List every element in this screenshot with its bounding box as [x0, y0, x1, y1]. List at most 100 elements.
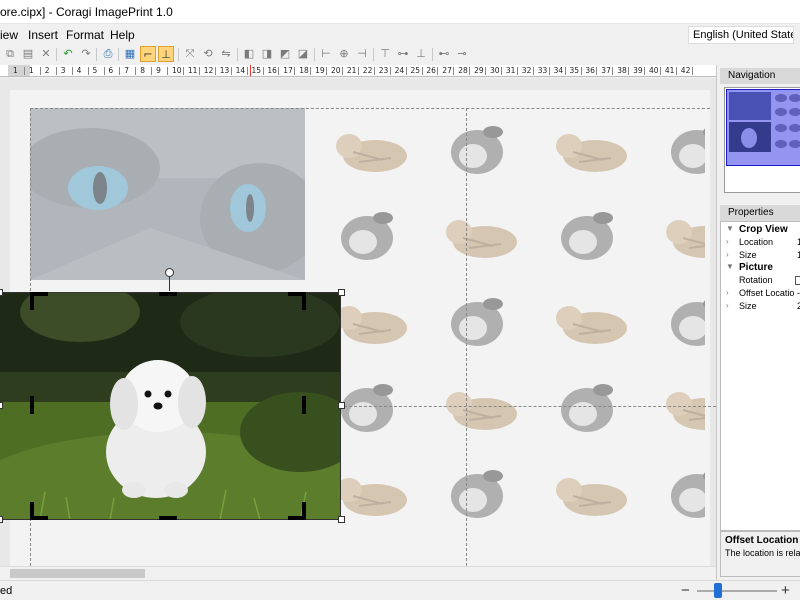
crop-corner-bottom-left[interactable]	[30, 502, 48, 520]
ruler-tick-mark	[580, 67, 582, 75]
resize-handle-right[interactable]	[338, 402, 345, 409]
crop-edge-left[interactable]	[30, 396, 34, 414]
delete-icon[interactable]: ✕	[38, 46, 54, 62]
crop-icon[interactable]: ⌐	[140, 46, 156, 62]
menu-view[interactable]: iew	[0, 28, 18, 42]
distribute-icon[interactable]: ⊷	[436, 46, 452, 62]
ruler-tick-mark	[548, 67, 550, 75]
ruler-tick-label: 1	[13, 66, 18, 75]
ruler-tick-label: 10	[172, 66, 182, 75]
resize-handle-top-left[interactable]	[0, 289, 3, 296]
crop-corner-top-left[interactable]	[30, 292, 48, 310]
zoom-out-button[interactable]: −	[681, 582, 690, 599]
ruler-tick-mark	[612, 67, 614, 75]
ruler-tick-label: 7	[124, 66, 130, 75]
grid-icon[interactable]: ▦	[122, 46, 138, 62]
ruler-tick-mark	[24, 67, 25, 75]
expand-arrow-icon[interactable]: ›	[726, 237, 729, 246]
description-text: The location is relati	[725, 548, 800, 558]
align-bottom-icon[interactable]: ⊥	[413, 46, 429, 62]
property-row-location[interactable]: › Location 1	[721, 237, 800, 250]
bring-front-icon[interactable]: ◧	[241, 46, 257, 62]
ruler-tick-label: 30	[490, 66, 500, 75]
crop-corner-bottom-right[interactable]	[288, 502, 306, 520]
title-bar: ore.cipx] - Coragi ImagePrint 1.0	[0, 0, 800, 24]
zoom-in-button[interactable]: +	[781, 582, 790, 599]
menu-format[interactable]: Format	[66, 28, 104, 42]
pet-pattern-image[interactable]	[305, 108, 705, 538]
cat-eyes-image[interactable]	[30, 108, 305, 280]
rotate-handle[interactable]	[165, 268, 174, 277]
print-icon[interactable]: ⎙	[100, 46, 116, 62]
distribute-vertical-icon[interactable]: ⊸	[454, 46, 470, 62]
navigation-viewport[interactable]	[726, 89, 800, 166]
property-category-crop-view[interactable]: ▼ Crop View	[721, 224, 800, 237]
crop-edge-top[interactable]	[159, 292, 177, 296]
ruler-icon[interactable]: ⊥	[158, 46, 174, 62]
align-right-icon[interactable]: ⊣	[354, 46, 370, 62]
properties-grid[interactable]: ▼ Crop View › Location 1 › Size 1 ▼ Pict…	[720, 221, 800, 531]
ruler-tick-mark	[167, 67, 169, 75]
paste-icon[interactable]: ▤	[20, 46, 36, 62]
dog-silhouette	[561, 384, 613, 432]
menu-help[interactable]: Help	[110, 28, 135, 42]
align-left-icon[interactable]: ⊢	[318, 46, 334, 62]
align-middle-icon[interactable]: ⊶	[395, 46, 411, 62]
rotation-checkbox[interactable]	[795, 276, 800, 285]
send-back-icon[interactable]: ◨	[259, 46, 275, 62]
property-row-rotation[interactable]: Rotation	[721, 275, 800, 288]
resize-handle-bottom-right[interactable]	[338, 516, 345, 523]
horizontal-scrollbar[interactable]	[0, 566, 716, 580]
ruler-tick-label: 17	[283, 66, 293, 75]
ruler-tick-mark	[55, 67, 57, 75]
property-row-offset-location[interactable]: › Offset Locatio -	[721, 288, 800, 301]
navigation-preview[interactable]	[724, 87, 800, 193]
align-top-icon[interactable]: ⊤	[377, 46, 393, 62]
forward-icon[interactable]: ◩	[277, 46, 293, 62]
collapse-arrow-icon[interactable]: ▼	[726, 224, 734, 233]
ruler-tick-label: 1	[28, 66, 34, 75]
rotate-icon[interactable]: ⟲	[200, 46, 216, 62]
ruler-tick-label: 18	[299, 66, 309, 75]
resize-handle-bottom-left[interactable]	[0, 516, 3, 523]
resize-handle-top-right[interactable]	[338, 289, 345, 296]
ruler-tick-mark	[39, 67, 41, 75]
crop-edge-bottom[interactable]	[159, 516, 177, 520]
ruler-tick-label: 9	[156, 66, 161, 75]
ruler-tick-mark	[501, 67, 502, 75]
expand-arrow-icon[interactable]: ›	[726, 288, 729, 297]
dog-silhouette	[561, 212, 613, 260]
ruler-tick-label: 14	[235, 66, 246, 75]
puppy-image[interactable]	[0, 292, 341, 520]
undo-icon[interactable]: ↶	[60, 46, 76, 62]
crop-edge-right[interactable]	[302, 396, 306, 414]
dog-silhouette	[671, 300, 705, 346]
property-row-picture-size[interactable]: › Size 2	[721, 301, 800, 314]
menu-insert[interactable]: Insert	[28, 28, 58, 42]
zoom-slider-track[interactable]	[697, 590, 777, 592]
zoom-slider-thumb[interactable]	[714, 583, 722, 598]
ruler-tick-label: 13	[219, 66, 230, 75]
align-center-icon[interactable]: ⊕	[336, 46, 352, 62]
cat-silhouette	[336, 134, 407, 172]
redo-icon[interactable]: ↷	[78, 46, 94, 62]
expand-arrow-icon[interactable]: ›	[726, 301, 729, 310]
cat-silhouette	[556, 306, 627, 344]
backward-icon[interactable]: ◪	[295, 46, 311, 62]
resize-handle-left[interactable]	[0, 402, 3, 409]
copy-icon[interactable]: ⧉	[2, 46, 18, 62]
transform-icon[interactable]: ⤧	[182, 46, 198, 62]
ruler-tick-mark	[183, 67, 184, 75]
property-category-picture[interactable]: ▼ Picture	[721, 262, 800, 275]
collapse-arrow-icon[interactable]: ▼	[726, 262, 734, 271]
crop-corner-top-right[interactable]	[288, 292, 306, 310]
scrollbar-thumb[interactable]	[10, 569, 145, 578]
language-selector[interactable]: English (United States)	[688, 26, 794, 44]
expand-arrow-icon[interactable]: ›	[726, 250, 729, 259]
document-canvas[interactable]	[0, 78, 716, 566]
ruler-tick-label: 35	[569, 66, 580, 75]
flip-icon[interactable]: ⇋	[218, 46, 234, 62]
ruler-tick-mark	[596, 67, 598, 75]
ruler-tick-mark	[87, 67, 89, 75]
ruler-tick-label: 3	[60, 66, 66, 75]
